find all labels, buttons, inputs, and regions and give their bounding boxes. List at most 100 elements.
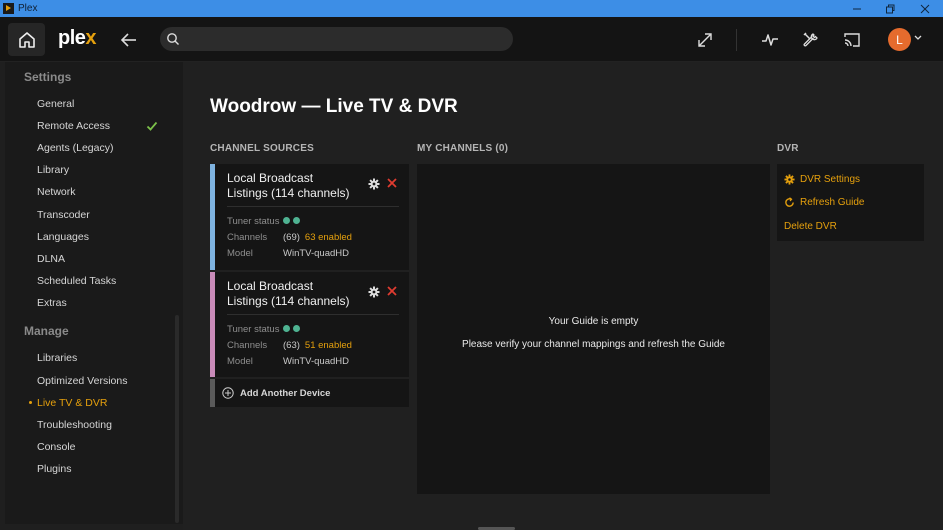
plex-logo[interactable]: plex bbox=[58, 27, 97, 50]
card-divider bbox=[227, 206, 399, 207]
activity-icon bbox=[762, 34, 778, 46]
card-divider bbox=[227, 314, 399, 315]
plex-app-icon bbox=[3, 3, 14, 14]
refresh-guide-label: Refresh Guide bbox=[800, 197, 865, 208]
close-icon bbox=[920, 4, 930, 13]
cast-button[interactable] bbox=[841, 29, 863, 51]
my-channels-header: MY CHANNELS (0) bbox=[417, 143, 509, 154]
channels-value: (63) 51 enabled bbox=[283, 340, 352, 351]
dvr-actions-panel: DVR Settings Refresh Guide Delete DVR bbox=[777, 164, 924, 241]
logo-x: x bbox=[85, 27, 97, 49]
activity-button[interactable] bbox=[759, 29, 781, 51]
search-input[interactable] bbox=[186, 27, 506, 51]
cast-icon bbox=[844, 33, 860, 47]
sidebar-item-plugins[interactable]: Plugins bbox=[37, 461, 172, 477]
close-icon[interactable] bbox=[386, 177, 398, 189]
window-titlebar: Plex bbox=[0, 0, 943, 17]
page-title: Woodrow — Live TV & DVR bbox=[210, 96, 458, 117]
delete-dvr-link[interactable]: Delete DVR bbox=[784, 221, 837, 232]
sidebar-item-library[interactable]: Library bbox=[37, 162, 172, 178]
restore-button[interactable] bbox=[873, 0, 907, 17]
home-button[interactable] bbox=[8, 23, 45, 56]
main-content: Woodrow — Live TV & DVR CHANNEL SOURCES … bbox=[183, 62, 943, 530]
close-window-button[interactable] bbox=[908, 0, 942, 17]
dvr-header: DVR bbox=[777, 143, 799, 154]
wrench-screwdriver-icon bbox=[803, 32, 818, 47]
channels-enabled: 51 enabled bbox=[304, 340, 352, 351]
channels-value: (69) 63 enabled bbox=[283, 232, 352, 243]
model-value: WinTV-quadHD bbox=[283, 356, 349, 367]
fullscreen-button[interactable] bbox=[694, 29, 716, 51]
toolbar-divider bbox=[736, 29, 737, 51]
sidebar-item-troubleshooting[interactable]: Troubleshooting bbox=[37, 417, 172, 433]
sidebar-item-general[interactable]: General bbox=[37, 96, 172, 112]
channels-enabled: 63 enabled bbox=[304, 232, 352, 243]
sidebar-item-agents[interactable]: Agents (Legacy) bbox=[37, 140, 172, 156]
channels-label: Channels bbox=[227, 232, 268, 243]
tuner-status-dot bbox=[283, 325, 290, 332]
sidebar-item-optimized-versions[interactable]: Optimized Versions bbox=[37, 373, 172, 389]
gear-icon[interactable] bbox=[368, 286, 380, 298]
channel-source-card: Local Broadcast Listings (114 channels) … bbox=[210, 164, 409, 270]
model-label: Model bbox=[227, 248, 253, 259]
sidebar-item-dlna[interactable]: DLNA bbox=[37, 251, 172, 267]
sidebar-item-live-tv-dvr[interactable]: Live TV & DVR bbox=[37, 395, 172, 411]
my-channels-panel: Your Guide is empty Please verify your c… bbox=[417, 164, 770, 494]
minimize-icon bbox=[853, 8, 861, 9]
channels-label: Channels bbox=[227, 340, 268, 351]
card-accent-bar bbox=[210, 164, 215, 270]
expand-icon bbox=[698, 33, 712, 47]
dvr-settings-link[interactable]: DVR Settings bbox=[784, 174, 860, 185]
sidebar-item-network[interactable]: Network bbox=[37, 184, 172, 200]
restore-icon bbox=[886, 4, 895, 13]
dvr-settings-label: DVR Settings bbox=[800, 174, 861, 185]
settings-wrench-button[interactable] bbox=[800, 29, 822, 51]
guide-empty-title: Your Guide is empty bbox=[548, 316, 639, 327]
window-title: Plex bbox=[18, 3, 38, 14]
tuner-status-dot bbox=[283, 217, 290, 224]
source-name: Local Broadcast Listings (114 channels) bbox=[227, 279, 350, 308]
channel-sources-header: CHANNEL SOURCES bbox=[210, 143, 314, 154]
channels-count: (63) bbox=[283, 340, 300, 351]
sidebar-item-transcoder[interactable]: Transcoder bbox=[37, 207, 172, 223]
guide-empty-message: Please verify your channel mappings and … bbox=[462, 339, 725, 350]
plus-circle-icon bbox=[222, 387, 234, 399]
card-accent-bar bbox=[210, 379, 215, 407]
chevron-down-icon[interactable] bbox=[913, 33, 923, 43]
search-icon bbox=[167, 33, 179, 45]
top-navigation-bar: plex L bbox=[0, 17, 943, 62]
gear-icon[interactable] bbox=[368, 178, 380, 190]
sidebar-item-console[interactable]: Console bbox=[37, 439, 172, 455]
tuner-status-label: Tuner status bbox=[227, 216, 280, 227]
tuner-status-dot bbox=[293, 217, 300, 224]
sidebar-item-scheduled-tasks[interactable]: Scheduled Tasks bbox=[37, 273, 172, 289]
refresh-guide-link[interactable]: Refresh Guide bbox=[784, 197, 864, 208]
tuner-status-label: Tuner status bbox=[227, 324, 280, 335]
source-name: Local Broadcast Listings (114 channels) bbox=[227, 171, 350, 200]
back-button[interactable] bbox=[118, 29, 140, 51]
sidebar-scrollbar[interactable] bbox=[175, 315, 179, 523]
sidebar-item-extras[interactable]: Extras bbox=[37, 295, 172, 311]
user-avatar[interactable]: L bbox=[888, 28, 911, 51]
add-device-label: Add Another Device bbox=[240, 388, 331, 399]
tuner-status-dot bbox=[293, 325, 300, 332]
model-label: Model bbox=[227, 356, 253, 367]
active-indicator-dot bbox=[29, 401, 32, 404]
channel-source-card: Local Broadcast Listings (114 channels) … bbox=[210, 272, 409, 377]
home-icon bbox=[18, 31, 35, 48]
sidebar-header-manage: Manage bbox=[24, 324, 69, 338]
sidebar-item-languages[interactable]: Languages bbox=[37, 229, 172, 245]
close-icon[interactable] bbox=[386, 285, 398, 297]
add-another-device-button[interactable]: Add Another Device bbox=[210, 379, 409, 407]
card-accent-bar bbox=[210, 272, 215, 377]
arrow-left-icon bbox=[120, 33, 136, 47]
settings-sidebar: Settings General Remote Access Agents (L… bbox=[5, 62, 183, 524]
refresh-icon bbox=[785, 197, 794, 207]
checkmark-icon bbox=[146, 121, 158, 131]
sidebar-header-settings: Settings bbox=[24, 70, 72, 84]
search-bar[interactable] bbox=[160, 27, 513, 51]
minimize-button[interactable] bbox=[840, 0, 874, 17]
channels-count: (69) bbox=[283, 232, 300, 243]
model-value: WinTV-quadHD bbox=[283, 248, 349, 259]
sidebar-item-libraries[interactable]: Libraries bbox=[37, 350, 172, 366]
